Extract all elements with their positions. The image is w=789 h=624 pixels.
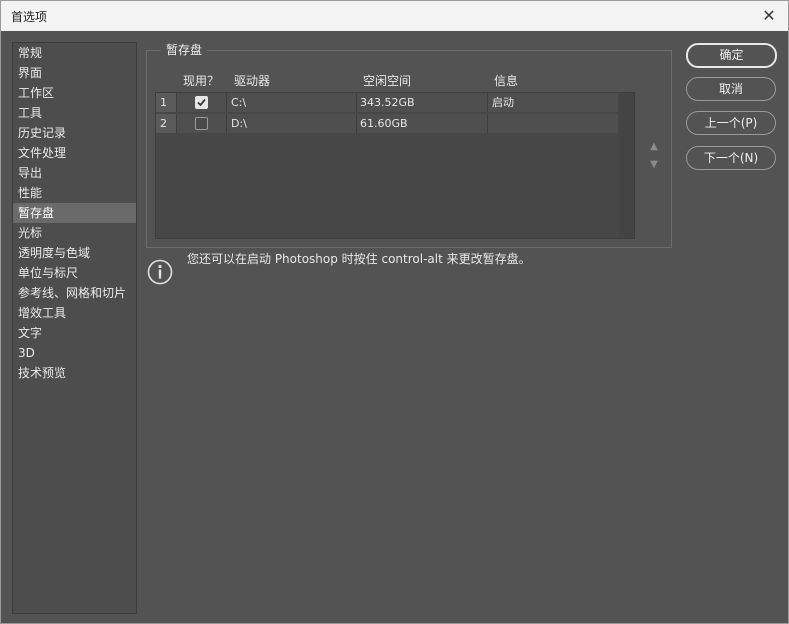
checkmark-icon (197, 98, 206, 107)
info-cell: 启动 (492, 96, 514, 109)
sidebar-item-cursors[interactable]: 光标 (13, 223, 136, 243)
sidebar-item-tech-preview[interactable]: 技术预览 (13, 363, 136, 383)
sidebar-item-performance[interactable]: 性能 (13, 183, 136, 203)
active-checkbox[interactable] (195, 96, 208, 109)
column-header-drive: 驱动器 (234, 74, 271, 88)
column-header-active: 现用？ (183, 74, 220, 88)
column-header-free-space: 空闲空间 (363, 74, 412, 88)
ok-button[interactable]: 确定 (686, 43, 777, 68)
previous-button[interactable]: 上一个(P) (686, 111, 776, 135)
table-row[interactable]: 1 C:\ 343.52GB 启动 (156, 93, 618, 112)
active-checkbox[interactable] (195, 117, 208, 130)
sidebar-item-tools[interactable]: 工具 (13, 103, 136, 123)
sidebar-item-transparency[interactable]: 透明度与色域 (13, 243, 136, 263)
scratch-disk-note: 您还可以在启动 Photoshop 时按住 control-alt 来更改暂存盘… (187, 252, 531, 266)
title-bar: 首选项 ✕ (1, 1, 788, 31)
arrow-up-icon[interactable]: ▲ (647, 141, 661, 153)
free-space-cell: 61.60GB (357, 114, 488, 133)
arrow-down-icon[interactable]: ▼ (647, 159, 661, 171)
drive-cell: C:\ (227, 93, 357, 112)
close-icon[interactable]: ✕ (758, 5, 780, 27)
active-cell (177, 93, 227, 112)
sidebar-item-scratch-disks[interactable]: 暂存盘 (13, 203, 136, 223)
sidebar-item-guides[interactable]: 参考线、网格和切片 (13, 283, 136, 303)
row-number: 2 (156, 114, 177, 133)
sidebar-item-type[interactable]: 文字 (13, 323, 136, 343)
scratch-disk-table: 1 C:\ 343.52GB 启动 2 D:\ 61.60GB (155, 92, 635, 239)
cancel-button[interactable]: 取消 (686, 77, 776, 101)
next-button[interactable]: 下一个(N) (686, 146, 776, 170)
sidebar-item-export[interactable]: 导出 (13, 163, 136, 183)
column-header-info: 信息 (494, 74, 519, 88)
preferences-dialog: 首选项 ✕ 常规 界面 工作区 工具 历史记录 文件处理 导出 性能 暂存盘 光… (0, 0, 789, 624)
sidebar-item-file-handling[interactable]: 文件处理 (13, 143, 136, 163)
info-cell (488, 114, 618, 133)
drive-cell: D:\ (227, 114, 357, 133)
window-title: 首选项 (11, 10, 48, 24)
sidebar-item-general[interactable]: 常规 (13, 43, 136, 63)
info-icon (147, 259, 173, 285)
group-title: 暂存盘 (161, 41, 208, 58)
sidebar-item-workspace[interactable]: 工作区 (13, 83, 136, 103)
row-number: 1 (156, 93, 177, 112)
sidebar-item-interface[interactable]: 界面 (13, 63, 136, 83)
table-scrollbar[interactable] (619, 93, 634, 238)
free-space-cell: 343.52GB (357, 93, 488, 112)
sidebar-item-units[interactable]: 单位与标尺 (13, 263, 136, 283)
active-cell (177, 114, 227, 133)
category-list: 常规 界面 工作区 工具 历史记录 文件处理 导出 性能 暂存盘 光标 透明度与… (12, 42, 137, 614)
sidebar-item-3d[interactable]: 3D (13, 343, 136, 363)
table-row[interactable]: 2 D:\ 61.60GB (156, 114, 618, 133)
sidebar-item-history[interactable]: 历史记录 (13, 123, 136, 143)
sidebar-item-plugins[interactable]: 增效工具 (13, 303, 136, 323)
